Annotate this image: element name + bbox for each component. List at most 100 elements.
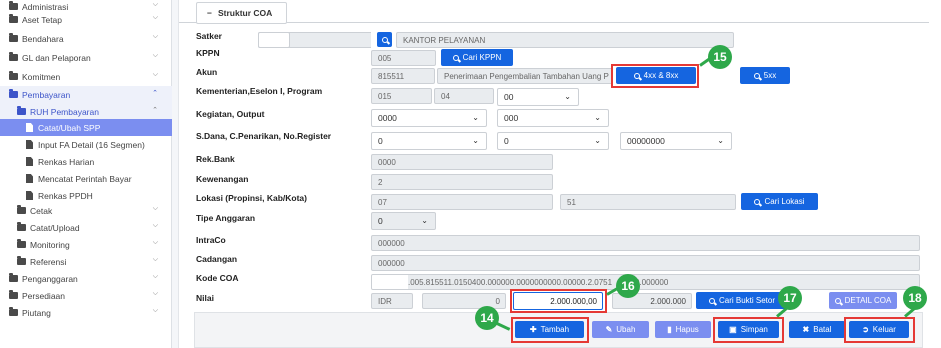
sidebar-item-cetak[interactable]: Cetak ⌵ [0, 202, 172, 219]
sumber-dana-select[interactable]: 0 ⌄ [371, 132, 487, 150]
intraco-field: 000000 [371, 235, 920, 251]
search-icon [753, 72, 760, 79]
folder-icon [9, 33, 18, 42]
document-icon [26, 191, 33, 200]
program-select[interactable]: 00 ⌄ [497, 88, 579, 106]
highlight-tambah [511, 317, 589, 343]
eselon-field: 04 [434, 88, 494, 104]
highlight-simpan [713, 317, 784, 343]
cari-bukti-setor-button[interactable]: Cari Bukti Setor [696, 292, 788, 309]
tipe-anggaran-label: Tipe Anggaran [196, 213, 256, 223]
main-content: − Struktur COA Satker KANTOR PELAYANAN K… [178, 0, 941, 348]
sidebar-item-bendahara[interactable]: Bendahara ⌵ [0, 30, 172, 47]
kppn-label: KPPN [196, 48, 220, 58]
folder-icon [9, 14, 18, 23]
chevron-down-icon: ⌵ [152, 273, 158, 280]
chevron-down-icon: ⌄ [421, 216, 428, 225]
kode-coa-prefix [372, 275, 408, 289]
cari-kppn-button[interactable]: Cari KPPN [441, 49, 513, 66]
chevron-down-icon: ⌵ [152, 14, 158, 21]
sidebar-item-piutang[interactable]: Piutang ⌵ [0, 304, 172, 321]
callout-17: 17 [778, 286, 802, 310]
rekbank-field: 0000 [371, 154, 553, 170]
propinsi-field: 07 [371, 194, 553, 210]
cari-lokasi-button[interactable]: Cari Lokasi [741, 193, 818, 210]
folder-icon [9, 273, 18, 282]
chevron-down-icon: ⌵ [152, 239, 158, 246]
rate-field: 0 [422, 293, 506, 309]
collapse-icon: − [207, 8, 212, 18]
cadangan-field: 000000 [371, 255, 920, 271]
ubah-button[interactable]: ✎ Ubah [592, 321, 649, 338]
folder-icon [9, 71, 18, 80]
callout-18: 18 [903, 286, 927, 310]
satker-code-field[interactable] [258, 32, 290, 48]
satker-name-field: KANTOR PELAYANAN [396, 32, 734, 48]
no-register-select[interactable]: 00000000 ⌄ [620, 132, 732, 150]
search-icon [754, 198, 761, 205]
chevron-down-icon: ⌵ [152, 205, 158, 212]
chevron-down-icon: ⌵ [152, 307, 158, 314]
batal-button[interactable]: ✖ Batal [789, 321, 845, 338]
sidebar-item-monitoring[interactable]: Monitoring ⌵ [0, 236, 172, 253]
currency-field: IDR [371, 293, 413, 309]
chevron-down-icon: ⌄ [594, 136, 601, 145]
delete-icon: ▮ [667, 325, 672, 334]
chevron-down-icon: ⌄ [472, 113, 479, 122]
struktur-coa-tab[interactable]: − Struktur COA [196, 2, 287, 24]
document-icon [26, 140, 33, 149]
folder-icon [17, 222, 26, 231]
akun-label: Akun [196, 67, 218, 77]
detail-coa-button[interactable]: DETAIL COA [829, 292, 897, 309]
search-satker-button[interactable] [377, 32, 392, 47]
chevron-down-icon: ⌵ [152, 256, 158, 263]
intraco-label: IntraCo [196, 235, 226, 245]
kppn-field[interactable]: 005 [371, 50, 436, 66]
sidebar-item-referensi[interactable]: Referensi ⌵ [0, 253, 172, 270]
output-select[interactable]: 000 ⌄ [497, 109, 609, 127]
sidebar-item-aset-tetap[interactable]: Aset Tetap ⌵ [0, 11, 172, 28]
sidebar-item-gl-pelaporan[interactable]: GL dan Pelaporan ⌵ [0, 49, 172, 66]
chevron-up-icon: ⌃ [152, 107, 158, 114]
sidebar-item-persediaan[interactable]: Persediaan ⌵ [0, 287, 172, 304]
cadangan-label: Cadangan [196, 254, 238, 264]
kode-coa-field: .005.815511.0150400.000000.0000000000.00… [371, 274, 920, 290]
folder-icon [17, 106, 26, 115]
sidebar-item-renkas-harian[interactable]: Renkas Harian [0, 153, 172, 170]
search-icon [381, 36, 388, 43]
document-icon [26, 123, 33, 132]
document-icon [26, 157, 33, 166]
sidebar-item-catat-upload[interactable]: Catat/Upload ⌵ [0, 219, 172, 236]
akun-5xx-button[interactable]: 5xx [740, 67, 790, 84]
folder-icon [17, 256, 26, 265]
chevron-up-icon: ⌃ [152, 90, 158, 97]
callout-16: 16 [616, 274, 640, 298]
chevron-down-icon: ⌵ [152, 1, 158, 8]
folder-icon [9, 1, 18, 10]
folder-icon [9, 307, 18, 316]
hapus-button[interactable]: ▮ Hapus [655, 321, 711, 338]
highlight-nilai [510, 289, 607, 313]
folder-icon [9, 290, 18, 299]
kegiatan-label: Kegiatan, Output [196, 109, 265, 119]
sidebar-item-pembayaran[interactable]: Pembayaran ⌃ [0, 86, 172, 103]
search-icon [708, 297, 715, 304]
chevron-down-icon: ⌵ [152, 290, 158, 297]
tipe-anggaran-select[interactable]: 0 ⌄ [371, 212, 436, 230]
sidebar-item-input-fa-detail[interactable]: Input FA Detail (16 Segmen) [0, 136, 172, 153]
chevron-down-icon: ⌄ [717, 136, 724, 145]
akun-code-field[interactable]: 815511 [371, 68, 435, 84]
sidebar-item-komitmen[interactable]: Komitmen ⌵ [0, 68, 172, 85]
sidebar-item-mencatat-perintah-bayar[interactable]: Mencatat Perintah Bayar [0, 170, 172, 187]
sidebar-item-ruh-pembayaran[interactable]: RUH Pembayaran ⌃ [0, 103, 172, 120]
sdana-label: S.Dana, C.Penarikan, No.Register [196, 131, 332, 141]
kode-coa-label: Kode COA [196, 273, 239, 283]
sidebar-item-catat-ubah-spp[interactable]: Catat/Ubah SPP [0, 119, 172, 136]
chevron-down-icon: ⌄ [564, 92, 571, 101]
sidebar-item-penganggaran[interactable]: Penganggaran ⌵ [0, 270, 172, 287]
kewenangan-label: Kewenangan [196, 174, 249, 184]
kabkota-field: 51 [560, 194, 736, 210]
search-icon [452, 54, 459, 61]
cara-penarikan-select[interactable]: 0 ⌄ [497, 132, 609, 150]
kegiatan-select[interactable]: 0000 ⌄ [371, 109, 487, 127]
